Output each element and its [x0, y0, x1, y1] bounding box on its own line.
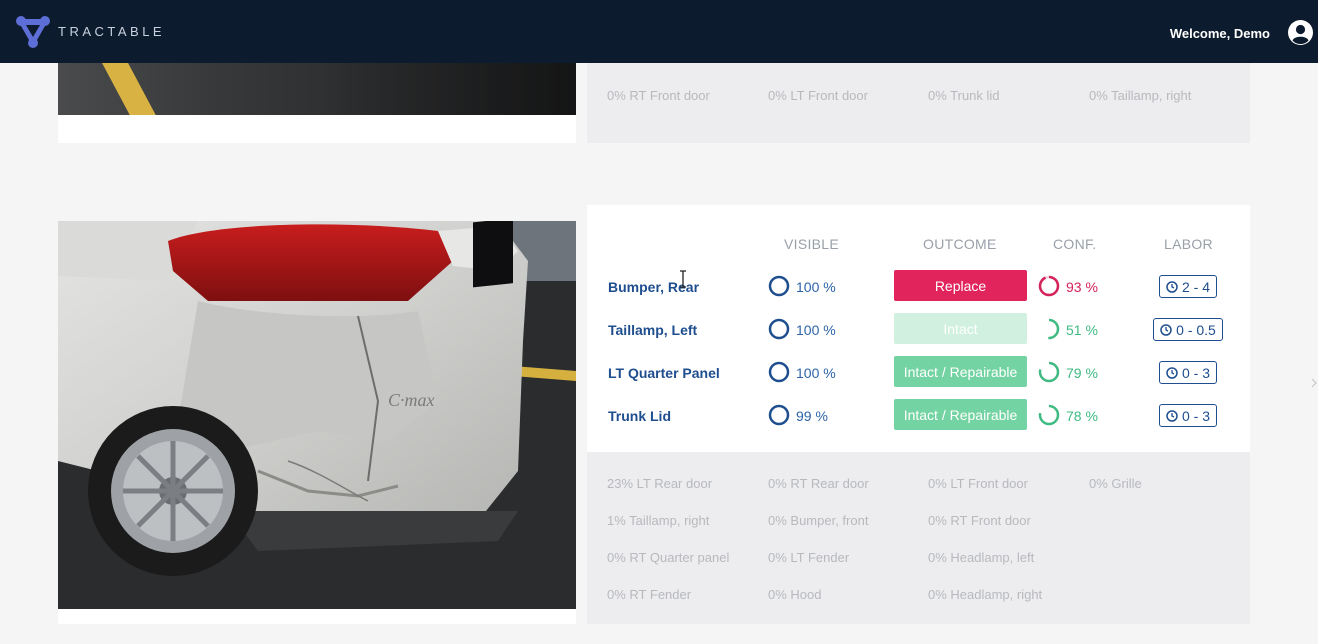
top-header: TRACTABLE Welcome, Demo: [0, 0, 1318, 63]
parking-line: [96, 63, 166, 115]
outcome-intact-repairable-button[interactable]: Intact / Repairable: [894, 356, 1027, 387]
confidence-ring-icon: [1038, 361, 1060, 383]
labor-hours-value: 0 - 3: [1181, 407, 1210, 424]
tractable-logo-icon[interactable]: [15, 15, 51, 49]
visibility-ring-icon: [768, 275, 790, 297]
column-header-visible: VISIBLE: [784, 236, 840, 252]
photo-caption-strip: [58, 115, 576, 143]
other-part-item: 0% LT Front door: [928, 476, 1028, 491]
brand-name: TRACTABLE: [58, 24, 166, 39]
confidence-value: 79 %: [1066, 365, 1098, 381]
visible-value: 100 %: [796, 279, 836, 295]
confidence-ring-icon: [1038, 404, 1060, 426]
other-part-item: 23% LT Rear door: [607, 476, 713, 491]
clock-icon: [1166, 409, 1178, 422]
visible-value: 100 %: [796, 322, 836, 338]
svg-text:C·max: C·max: [388, 390, 435, 410]
text-cursor-icon: [680, 270, 686, 288]
visible-value: 99 %: [796, 408, 828, 424]
damage-photo-1[interactable]: [58, 63, 576, 115]
other-part-item: 0% Grille: [1089, 476, 1142, 491]
other-part-item: 1% Taillamp, right: [607, 513, 710, 528]
clock-icon: [1160, 323, 1172, 336]
damage-photo-2[interactable]: C·max: [58, 221, 576, 609]
clock-icon: [1166, 280, 1178, 293]
other-part-item: 0% RT Rear door: [768, 476, 869, 491]
visibility-ring-icon: [768, 361, 790, 383]
other-part-item: 0% RT Front door: [607, 88, 710, 103]
clock-icon: [1166, 366, 1178, 379]
confidence-ring-icon: [1038, 318, 1060, 340]
labor-hours-value: 2 - 4: [1181, 278, 1210, 295]
column-header-outcome: OUTCOME: [923, 236, 997, 252]
car-rear-damage-image: C·max: [58, 221, 576, 609]
labor-hours-badge[interactable]: 0 - 3: [1159, 404, 1217, 427]
other-part-item: 0% Hood: [768, 587, 822, 602]
visibility-ring-icon: [768, 404, 790, 426]
confidence-value: 78 %: [1066, 408, 1098, 424]
other-part-item: 0% Bumper, front: [768, 513, 869, 528]
other-part-item: 0% RT Fender: [607, 587, 692, 602]
other-part-item: 0% Taillamp, right: [1089, 88, 1192, 103]
part-name[interactable]: LT Quarter Panel: [608, 365, 720, 381]
other-part-item: 0% Trunk lid: [928, 88, 1000, 103]
column-header-conf: CONF.: [1053, 236, 1097, 252]
confidence-value: 93 %: [1066, 279, 1098, 295]
outcome-intact-repairable-button[interactable]: Intact / Repairable: [894, 399, 1027, 430]
photo-caption-strip: [58, 609, 576, 624]
other-part-item: 0% RT Front door: [928, 513, 1031, 528]
other-part-item: 0% RT Quarter panel: [607, 550, 730, 565]
other-part-item: 0% LT Front door: [768, 88, 868, 103]
labor-hours-value: 0 - 0.5: [1176, 321, 1216, 338]
user-account-icon[interactable]: [1287, 19, 1314, 46]
other-part-item: 0% Headlamp, right: [928, 587, 1043, 602]
labor-hours-value: 0 - 3: [1181, 364, 1210, 381]
part-name[interactable]: Trunk Lid: [608, 408, 671, 424]
other-part-item: 0% LT Fender: [768, 550, 850, 565]
labor-hours-badge[interactable]: 0 - 3: [1159, 361, 1217, 384]
scroll-arrow-icon[interactable]: [1311, 375, 1317, 391]
visible-value: 100 %: [796, 365, 836, 381]
confidence-ring-icon: [1038, 275, 1060, 297]
other-parts-panel-1: [587, 63, 1250, 143]
visibility-ring-icon: [768, 318, 790, 340]
outcome-intact-button[interactable]: Intact: [894, 313, 1027, 344]
column-header-labor: LABOR: [1164, 236, 1213, 252]
confidence-value: 51 %: [1066, 322, 1098, 338]
part-name[interactable]: Taillamp, Left: [608, 322, 697, 338]
outcome-replace-button[interactable]: Replace: [894, 270, 1027, 301]
labor-hours-badge[interactable]: 2 - 4: [1159, 275, 1217, 298]
welcome-text: Welcome, Demo: [1169, 26, 1270, 41]
other-part-item: 0% Headlamp, left: [928, 550, 1035, 565]
labor-hours-badge[interactable]: 0 - 0.5: [1153, 318, 1223, 341]
